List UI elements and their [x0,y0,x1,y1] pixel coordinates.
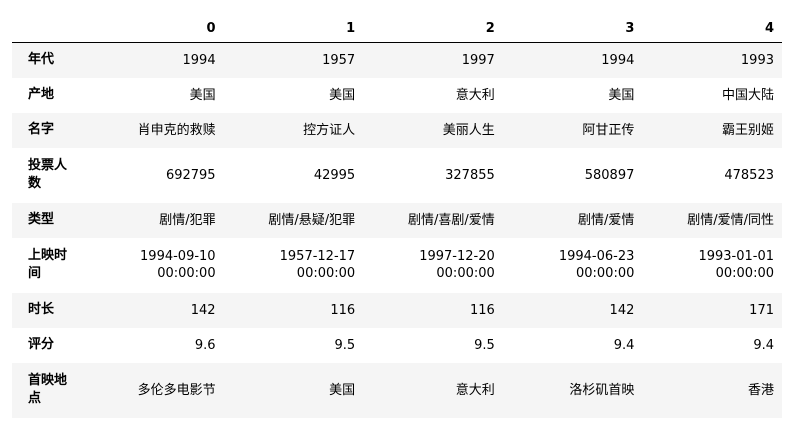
table-cell: 美国 [329,382,356,398]
row-label: 评分 [28,337,55,352]
table-cell: 1994-06-23 00:00:00 [503,238,643,293]
cell-time: 00:00:00 [715,266,774,281]
row-label: 投票人数 [28,158,68,191]
table-cell: 控方证人 [303,122,356,138]
column-header-1: 1 [223,14,364,43]
table-cell: 327855 [445,167,495,183]
table-cell: 剧情/爱情 [577,212,635,228]
table-row-votes: 投票人数 692795 42995 327855 580897 478523 [12,147,782,203]
table-row-premiere-location: 首映地点 多伦多电影节 美国 意大利 洛杉矶首映 香港 [12,362,782,418]
table-cell: 1997 [461,52,495,68]
cell-time: 00:00:00 [296,266,356,281]
table-cell: 美丽人生 [442,122,495,138]
table-cell: 1957 [322,52,356,68]
table-cell: 9.5 [474,337,495,353]
table-cell: 肖申克的救赎 [137,122,216,138]
table-row-release-time: 上映时间 1994-09-10 00:00:00 1957-12-17 00:0… [12,237,782,293]
table-cell: 剧情/犯罪 [159,212,216,228]
column-header-0: 0 [84,14,224,43]
table-cell: 9.4 [753,337,774,353]
cell-date: 1993-01-01 [698,249,774,264]
column-header-2: 2 [363,14,503,43]
table-cell: 1994 [182,52,216,68]
table-cell: 美国 [608,87,635,103]
table-cell: 478523 [724,167,774,183]
table-row-name: 名字 肖申克的救赎 控方证人 美丽人生 阿甘正传 霸王别姬 [12,112,782,148]
table-cell: 9.6 [194,337,216,353]
table-cell: 1994-09-10 00:00:00 [84,238,224,293]
column-header-3: 3 [502,14,643,43]
column-header-4: 4 [642,14,782,43]
table-cell: 9.4 [613,337,635,353]
table-cell: 142 [190,302,216,318]
table-row-rating: 评分 9.6 9.5 9.5 9.4 9.4 [12,327,782,363]
table-cell: 洛杉矶首映 [569,382,635,398]
header-row: 0 1 2 3 4 [12,14,782,43]
table-cell: 剧情/喜剧/爱情 [408,212,495,228]
table-cell: 171 [749,302,774,318]
table-cell: 1993 [740,52,774,68]
column-header-index [12,14,84,43]
row-label: 类型 [28,212,55,227]
table-cell: 116 [330,302,356,318]
row-label: 上映时间 [28,248,68,281]
cell-date: 1997-12-20 [419,249,495,264]
dataframe-output: 0 1 2 3 4 年代 1994 1957 1997 1994 1993 产地… [12,14,782,418]
row-label: 时长 [28,302,55,317]
cell-date: 1994-06-23 [558,249,635,264]
table-cell: 中国大陆 [721,87,774,103]
table-cell: 香港 [747,382,774,398]
cell-time: 00:00:00 [436,266,495,281]
table-cell: 剧情/悬疑/犯罪 [268,212,356,228]
cell-time: 00:00:00 [575,266,635,281]
row-label: 首映地点 [28,373,68,406]
table-cell: 美国 [329,87,356,103]
table-cell: 9.5 [334,337,356,353]
cell-date: 1957-12-17 [279,249,356,264]
cell-date: 1994-09-10 [140,249,216,264]
table-cell: 意大利 [455,87,495,103]
row-label: 产地 [28,87,55,102]
table-cell: 1993-01-01 00:00:00 [642,238,782,293]
dataframe-table: 0 1 2 3 4 年代 1994 1957 1997 1994 1993 产地… [12,14,782,418]
table-cell: 剧情/爱情/同性 [687,212,774,228]
table-row-duration: 时长 142 116 116 142 171 [12,292,782,328]
table-cell: 1994 [601,52,635,68]
table-cell: 692795 [165,167,216,183]
table-cell: 多伦多电影节 [137,382,216,398]
table-cell: 美国 [189,87,216,103]
table-cell: 42995 [313,167,356,183]
table-row-origin: 产地 美国 美国 意大利 美国 中国大陆 [12,77,782,113]
table-cell: 1997-12-20 00:00:00 [363,238,503,293]
table-row-year: 年代 1994 1957 1997 1994 1993 [12,42,782,78]
table-cell: 意大利 [455,382,495,398]
row-label: 年代 [28,52,55,68]
table-cell: 116 [469,302,495,318]
row-label: 名字 [28,122,55,137]
table-cell: 580897 [584,167,635,183]
cell-time: 00:00:00 [157,266,216,281]
table-row-genre: 类型 剧情/犯罪 剧情/悬疑/犯罪 剧情/喜剧/爱情 剧情/爱情 剧情/爱情/同… [12,202,782,238]
table-cell: 阿甘正传 [582,122,635,138]
table-cell: 142 [609,302,635,318]
table-cell: 霸王别姬 [721,122,774,138]
table-cell: 1957-12-17 00:00:00 [224,238,364,293]
